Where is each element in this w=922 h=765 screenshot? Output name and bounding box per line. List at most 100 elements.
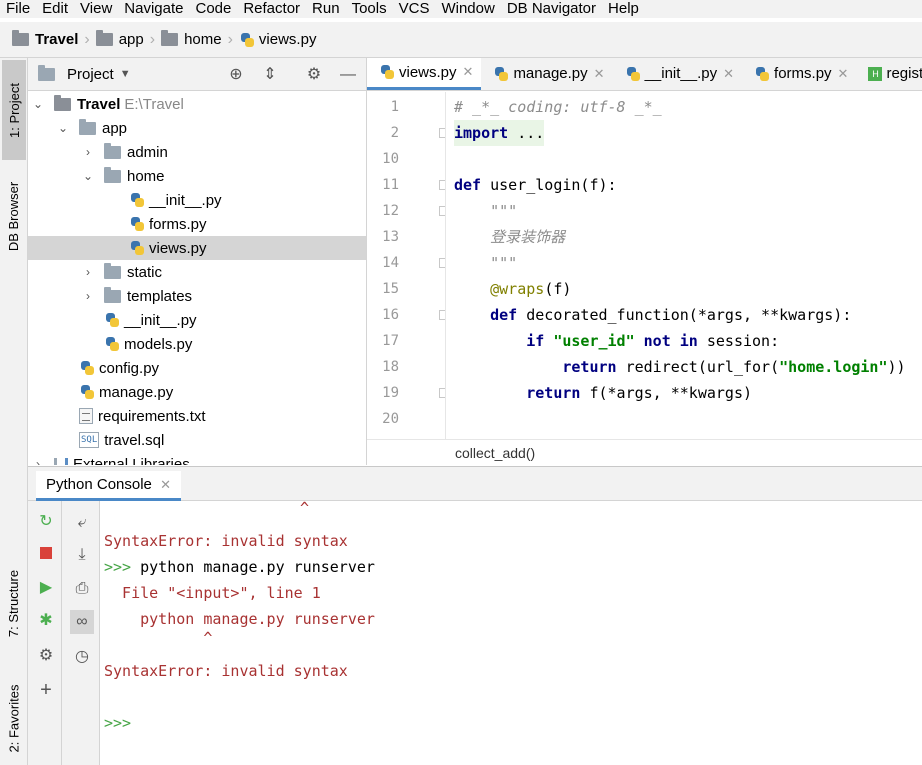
project-panel-title[interactable]: Project bbox=[67, 66, 114, 83]
tab-views-py[interactable]: views.py ✕ bbox=[367, 58, 482, 90]
menu-view[interactable]: View bbox=[74, 0, 118, 18]
tree-item[interactable]: __init__.py bbox=[28, 188, 366, 212]
tree-item-label: models.py bbox=[124, 335, 193, 353]
breadcrumb-label: views.py bbox=[258, 31, 317, 48]
console-line: ^ bbox=[300, 501, 310, 517]
minimize-icon[interactable]: — bbox=[339, 66, 357, 84]
scroll-to-end-icon[interactable]: ⤓ bbox=[70, 543, 94, 567]
line-number: 19 bbox=[382, 385, 399, 401]
rerun-icon[interactable]: ↻ bbox=[35, 511, 57, 533]
breadcrumb-item-views[interactable]: views.py bbox=[239, 31, 317, 48]
close-icon[interactable]: ✕ bbox=[463, 64, 474, 80]
show-variables-icon[interactable]: ∞ bbox=[70, 610, 94, 634]
tab-forms-py[interactable]: forms.py ✕ bbox=[742, 58, 856, 90]
folder-icon bbox=[104, 142, 121, 159]
python-file-icon bbox=[754, 66, 770, 82]
close-icon[interactable]: ✕ bbox=[160, 477, 171, 492]
gear-icon[interactable]: ⚙ bbox=[35, 645, 57, 667]
chevron-down-icon[interactable]: ⌄ bbox=[32, 97, 44, 111]
close-icon[interactable]: ✕ bbox=[594, 66, 605, 82]
tree-item-label: templates bbox=[127, 287, 193, 305]
print-icon[interactable]: ⎙ bbox=[70, 577, 94, 601]
menu-navigate[interactable]: Navigate bbox=[118, 0, 189, 18]
chevron-right-icon[interactable]: › bbox=[32, 457, 44, 465]
tree-item[interactable]: __init__.py bbox=[28, 308, 366, 332]
breadcrumb-item-home[interactable]: home › bbox=[161, 30, 239, 49]
tree-item[interactable]: requirements.txt bbox=[28, 404, 366, 428]
chevron-down-icon[interactable]: ▼ bbox=[120, 68, 131, 80]
menu-db-navigator[interactable]: DB Navigator bbox=[501, 0, 602, 18]
tree-item[interactable]: models.py bbox=[28, 332, 366, 356]
gear-icon[interactable]: ⚙ bbox=[305, 66, 323, 84]
history-icon[interactable]: ◷ bbox=[70, 645, 94, 669]
console-line: File "<input>", line 1 bbox=[104, 584, 321, 602]
chevron-right-icon[interactable]: › bbox=[82, 265, 94, 279]
console-header: Python Console ✕ bbox=[28, 466, 922, 501]
menu-refactor[interactable]: Refactor bbox=[237, 0, 306, 18]
chevron-down-icon[interactable]: ⌄ bbox=[57, 121, 69, 135]
tool-tab-db-browser[interactable]: DB Browser bbox=[2, 166, 26, 266]
chevron-down-icon[interactable]: ⌄ bbox=[82, 169, 94, 183]
tool-tab-structure[interactable]: 7: Structure bbox=[2, 553, 26, 653]
tree-item[interactable]: forms.py bbox=[28, 212, 366, 236]
breadcrumb-label: app bbox=[118, 31, 144, 48]
tab-manage-py[interactable]: manage.py ✕ bbox=[481, 58, 612, 90]
debug-icon[interactable]: ✱ bbox=[35, 610, 57, 632]
code-line: """ bbox=[454, 254, 518, 272]
stop-icon[interactable] bbox=[35, 544, 57, 566]
code-editor[interactable]: # _*_ coding: utf-8 _*_ import ... def u… bbox=[445, 92, 922, 439]
tree-item[interactable]: › static bbox=[28, 260, 366, 284]
chevron-right-icon[interactable]: › bbox=[82, 145, 94, 159]
menu-vcs[interactable]: VCS bbox=[393, 0, 436, 18]
console-toolbar-secondary: ⤶ ⤓ ⎙ ∞ ◷ bbox=[62, 501, 100, 765]
close-icon[interactable]: ✕ bbox=[838, 66, 849, 82]
tree-item[interactable]: SQL travel.sql bbox=[28, 428, 366, 452]
line-number: 11 bbox=[382, 177, 399, 193]
menu-code[interactable]: Code bbox=[189, 0, 237, 18]
tool-tab-project[interactable]: 1: Project bbox=[2, 60, 26, 160]
close-icon[interactable]: ✕ bbox=[723, 66, 734, 82]
chevron-right-icon[interactable]: › bbox=[82, 289, 94, 303]
tree-item[interactable]: manage.py bbox=[28, 380, 366, 404]
menu-help[interactable]: Help bbox=[602, 0, 645, 18]
tree-item[interactable]: ⌄ Travel E:\Travel bbox=[28, 92, 366, 116]
tree-item[interactable]: ⌄ app bbox=[28, 116, 366, 140]
menu-file[interactable]: File bbox=[0, 0, 36, 18]
tab-label: Python Console bbox=[46, 476, 152, 493]
console-output[interactable]: ^ SyntaxError: invalid syntax >>> python… bbox=[100, 501, 922, 765]
tree-item[interactable]: › admin bbox=[28, 140, 366, 164]
chevron-right-icon: › bbox=[227, 30, 233, 48]
console-toolbar-primary: ↻ ▶ ✱ ⚙ + bbox=[28, 501, 62, 765]
code-line: @wraps(f) bbox=[490, 280, 572, 298]
run-icon[interactable]: ▶ bbox=[35, 577, 57, 599]
tab-label: manage.py bbox=[513, 65, 588, 82]
add-icon[interactable]: + bbox=[35, 679, 57, 701]
tool-tab-label: 1: Project bbox=[6, 82, 22, 138]
tool-tab-favorites[interactable]: 2: Favorites bbox=[2, 668, 26, 765]
folder-icon bbox=[95, 30, 113, 46]
locate-icon[interactable]: ⊕ bbox=[227, 66, 245, 84]
soft-wrap-icon[interactable]: ⤶ bbox=[70, 511, 94, 535]
tree-item[interactable]: › External Libraries bbox=[28, 452, 366, 465]
code-breadcrumb[interactable]: collect_add() bbox=[367, 439, 922, 465]
tab-regist[interactable]: H regist bbox=[856, 58, 922, 90]
tab-init-py[interactable]: __init__.py ✕ bbox=[613, 58, 742, 90]
breadcrumb-item-travel[interactable]: Travel › bbox=[12, 30, 96, 49]
folder-icon bbox=[54, 94, 71, 111]
python-file-icon bbox=[79, 360, 95, 376]
tree-item[interactable]: config.py bbox=[28, 356, 366, 380]
tree-item[interactable]: views.py bbox=[28, 236, 366, 260]
breadcrumb-item-app[interactable]: app › bbox=[95, 30, 161, 49]
menu-run[interactable]: Run bbox=[306, 0, 346, 18]
folder-icon bbox=[104, 286, 121, 303]
tree-item-label: manage.py bbox=[99, 383, 174, 401]
menu-edit[interactable]: Edit bbox=[36, 0, 74, 18]
tab-python-console[interactable]: Python Console ✕ bbox=[36, 471, 181, 501]
collapse-all-icon[interactable]: ⇕ bbox=[261, 66, 279, 84]
tree-item[interactable]: ⌄ home bbox=[28, 164, 366, 188]
menu-window[interactable]: Window bbox=[435, 0, 500, 18]
tree-item[interactable]: › templates bbox=[28, 284, 366, 308]
console-input-prompt[interactable]: >>> bbox=[104, 710, 131, 736]
menu-tools[interactable]: Tools bbox=[346, 0, 393, 18]
line-number: 2 bbox=[390, 125, 399, 141]
